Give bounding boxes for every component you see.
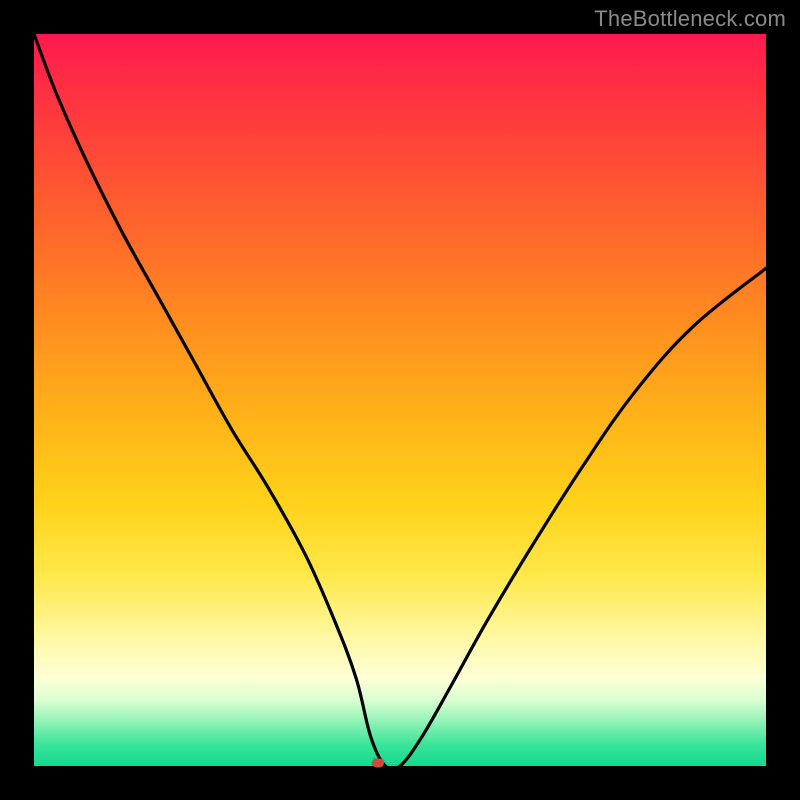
watermark-text: TheBottleneck.com	[594, 6, 786, 32]
bottleneck-curve	[34, 34, 766, 766]
chart-frame: TheBottleneck.com	[0, 0, 800, 800]
optimum-marker	[372, 759, 384, 768]
plot-area	[34, 34, 766, 766]
